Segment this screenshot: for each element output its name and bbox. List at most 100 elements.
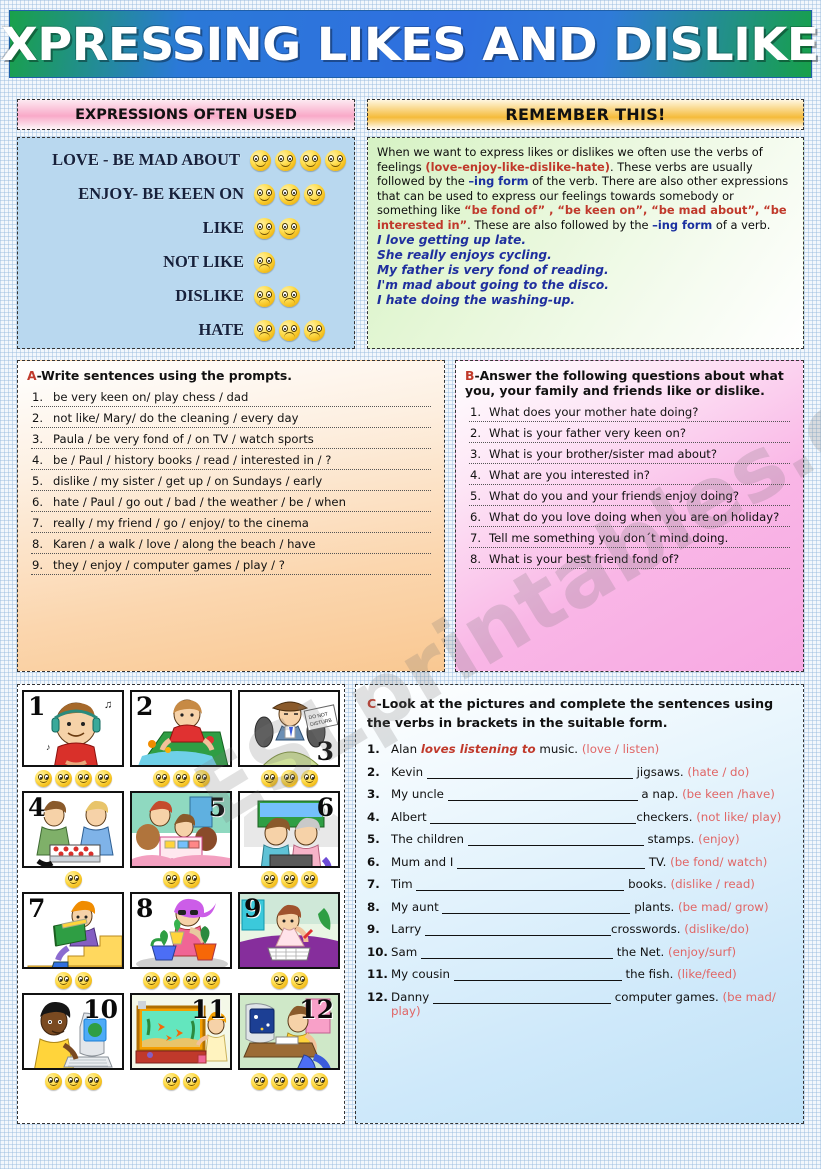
item-number: 3. (32, 432, 44, 446)
answer-blank[interactable] (442, 902, 631, 914)
answer-line[interactable] (31, 532, 431, 533)
item-subject: Kevin (391, 764, 427, 779)
picture-frame-9: 9 (238, 892, 340, 969)
answer-blank[interactable] (453, 969, 622, 981)
picture-cell: 1 ♫ ♪ (22, 690, 124, 789)
item-hint: (not like/ play) (696, 809, 782, 824)
item-hint: (enjoy) (698, 832, 740, 846)
picture-frame-8: 8 (130, 892, 232, 969)
smiley-happy-icon (192, 769, 210, 787)
exercise-a-title: A-Write sentences using the prompts. (27, 368, 435, 383)
answer-line[interactable] (31, 553, 431, 554)
smiley-happy-icon (84, 1072, 102, 1090)
answer-line[interactable] (469, 547, 790, 548)
item-rest: the Net. (612, 944, 665, 959)
svg-text:♫: ♫ (104, 699, 112, 711)
answer-line[interactable] (469, 505, 790, 506)
item-number: 1. (367, 742, 380, 756)
answer-line[interactable] (31, 574, 431, 575)
picture-faces (22, 1070, 124, 1092)
answer-line[interactable] (469, 484, 790, 485)
answer-blank[interactable] (426, 767, 633, 779)
item-text: not like/ Mary/ do the cleaning / every … (53, 411, 299, 425)
exercise-b-item: 8. What is your best friend fond of? (465, 552, 794, 569)
item-hint: (like/feed) (677, 967, 737, 981)
picture-faces (238, 868, 340, 890)
exercise-c-instruction: -Look at the pictures and complete the s… (367, 696, 774, 730)
answer-line[interactable] (469, 421, 790, 422)
expression-row: NOT LIKE (26, 246, 346, 278)
picture-number: 9 (244, 894, 262, 923)
answer-line[interactable] (469, 442, 790, 443)
item-hint: (be mad/ grow) (677, 899, 769, 914)
item-hint: (hate / do) (687, 764, 750, 779)
item-number: 5. (32, 474, 44, 488)
answer-blank[interactable] (430, 812, 637, 824)
item-number: 4. (470, 468, 482, 482)
item-text: they / enjoy / computer games / play / ? (53, 558, 285, 572)
answer-line[interactable] (31, 511, 431, 512)
answer-line[interactable] (469, 463, 790, 464)
item-number: 4. (367, 809, 380, 824)
answer-line[interactable] (31, 469, 431, 470)
picture-number: 5 (208, 793, 226, 822)
smiley-happy-icon (279, 183, 300, 205)
picture-number: 1 (28, 692, 46, 721)
smiley-happy-icon (275, 149, 296, 171)
smiley-happy-icon (254, 217, 275, 239)
item-text: Karen / a walk / love / along the beach … (53, 537, 316, 551)
expression-label: NOT LIKE (163, 252, 244, 271)
item-text: What is your best friend fond of? (489, 552, 680, 566)
picture-cell: 5 (130, 791, 232, 890)
answer-line[interactable] (31, 448, 431, 449)
answer-blank[interactable] (425, 924, 612, 936)
smiley-happy-icon (280, 769, 298, 787)
smiley-happy-icon (162, 870, 180, 888)
remember-example: I hate doing the washing-up. (377, 293, 576, 308)
picture-number: 3 (316, 737, 334, 766)
smiley-happy-icon (250, 149, 271, 171)
answer-line[interactable] (469, 526, 790, 527)
remember-ing-form-2: –ing form (652, 217, 713, 232)
item-body: Sam the Net. (enjoy/surf) (391, 945, 792, 959)
item-hint: (dislike / read) (670, 877, 755, 891)
item-rest: music. (535, 742, 579, 756)
answer-line[interactable] (31, 406, 431, 407)
item-number: 8. (367, 899, 380, 914)
item-text: What is your brother/sister mad about? (489, 447, 717, 461)
exercise-b-instruction: -Answer the following questions about wh… (465, 368, 784, 398)
exercise-c-item: 5. The children stamps. (enjoy) (367, 832, 792, 846)
exercise-c-item: 6. Mum and I TV. (be fond/ watch) (367, 855, 792, 869)
picture-frame-11: 11 (130, 993, 232, 1070)
item-subject: The children (391, 832, 468, 846)
exercise-b-item: 4. What are you interested in? (465, 468, 794, 485)
item-rest: the fish. (621, 967, 674, 981)
exercise-a-panel: A-Write sentences using the prompts. 1. b… (17, 360, 445, 672)
answer-blank[interactable] (467, 834, 644, 846)
item-number: 2. (32, 411, 44, 425)
expression-label: DISLIKE (175, 286, 244, 305)
item-text: What do you and your friends enjoy doing… (489, 489, 740, 503)
answer-blank[interactable] (416, 879, 625, 891)
exercise-a-instruction: -Write sentences using the prompts. (36, 368, 292, 383)
picture-frame-10: 10 (22, 993, 124, 1070)
item-body: Kevin jigsaws. (hate / do) (391, 765, 792, 779)
item-subject: Danny (391, 989, 433, 1004)
answer-blank[interactable] (457, 857, 646, 869)
exercise-a-item: 6. hate / Paul / go out / bad / the weath… (27, 495, 435, 512)
answer-line[interactable] (469, 568, 790, 569)
exercise-c-item: 2. Kevin jigsaws. (hate / do) (367, 765, 792, 779)
answer-blank[interactable] (447, 789, 638, 801)
smiley-happy-icon (250, 1072, 268, 1090)
item-rest: crosswords. (611, 922, 681, 936)
picture-number: 10 (83, 995, 118, 1024)
expression-label: HATE (198, 320, 244, 339)
smiley-sad-icon (254, 285, 275, 307)
answer-blank[interactable] (433, 992, 611, 1004)
answer-line[interactable] (31, 490, 431, 491)
answer-blank[interactable] (420, 947, 613, 959)
answer-line[interactable] (31, 427, 431, 428)
page-title: EXPRESSING LIKES AND DISLIKES (0, 17, 821, 71)
exercise-a-item: 7. really / my friend / go / enjoy/ to th… (27, 516, 435, 533)
expressions-panel: LOVE - BE MAD ABOUT ENJOY- BE KEEN ON LI… (17, 137, 355, 349)
